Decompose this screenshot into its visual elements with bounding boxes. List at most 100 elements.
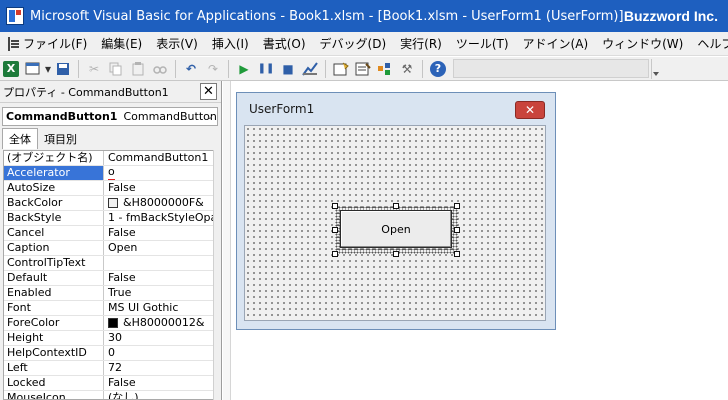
property-row-default[interactable]: Default False — [4, 271, 214, 286]
property-name: (オブジェクト名) — [4, 151, 104, 165]
undo-button[interactable]: ↶ — [180, 59, 202, 79]
resize-handle-ne[interactable] — [454, 203, 460, 209]
save-icon — [57, 62, 69, 75]
property-row-forecolor[interactable]: ForeColor &H80000012& — [4, 316, 214, 331]
menu-debug[interactable]: デバッグ(D) — [313, 35, 394, 52]
design-mode-button[interactable] — [299, 59, 321, 79]
close-icon: ✕ — [203, 84, 214, 99]
property-row-accelerator[interactable]: Accelerator o — [4, 166, 214, 181]
project-explorer-button[interactable] — [330, 59, 352, 79]
toolbar-position-field — [453, 59, 649, 78]
menu-view[interactable]: 表示(V) — [149, 35, 205, 52]
copy-button[interactable] — [105, 59, 127, 79]
property-row-name[interactable]: (オブジェクト名) CommandButton1 — [4, 151, 214, 166]
property-row-helpcontextid[interactable]: HelpContextID 0 — [4, 346, 214, 361]
cut-icon: ✂ — [88, 61, 100, 76]
cut-button[interactable]: ✂ — [83, 59, 105, 79]
menu-insert[interactable]: 挿入(I) — [205, 35, 256, 52]
property-row-caption[interactable]: Caption Open — [4, 241, 214, 256]
properties-scrollbar[interactable] — [213, 150, 221, 400]
property-value-text: &H8000000F& — [123, 196, 204, 209]
title-bar: Microsoft Visual Basic for Applications … — [0, 0, 728, 32]
properties-window-button[interactable] — [352, 59, 374, 79]
tab-alphabetic[interactable]: 全体 — [2, 128, 38, 149]
property-value: False — [108, 181, 136, 194]
property-name: Font — [4, 301, 104, 315]
redo-icon: ↷ — [207, 61, 219, 76]
help-icon: ? — [430, 60, 446, 77]
chevron-down-icon: ⌄ — [205, 111, 214, 122]
property-row-cancel[interactable]: Cancel False — [4, 226, 214, 241]
help-button[interactable]: ? — [427, 59, 449, 79]
property-row-controltiptext[interactable]: ControlTipText — [4, 256, 214, 271]
property-row-locked[interactable]: Locked False — [4, 376, 214, 391]
paste-button[interactable] — [127, 59, 149, 79]
resize-handle-s[interactable] — [393, 251, 399, 257]
property-value: Open — [108, 241, 138, 254]
property-name: AutoSize — [4, 181, 104, 195]
property-name: Default — [4, 271, 104, 285]
command-button-open[interactable]: Open — [340, 210, 452, 248]
toolbar-separator — [422, 59, 423, 78]
resize-handle-sw[interactable] — [332, 251, 338, 257]
copy-icon — [109, 62, 122, 75]
toolbar-separator — [325, 59, 326, 78]
toolbox-button[interactable]: ⚒ — [396, 59, 418, 79]
color-swatch — [108, 198, 118, 208]
run-button[interactable]: ▶ — [233, 59, 255, 79]
menu-addins[interactable]: アドイン(A) — [516, 35, 596, 52]
object-browser-button[interactable] — [374, 59, 396, 79]
project-explorer-icon — [333, 62, 349, 75]
userform-title: UserForm1 — [249, 102, 315, 116]
property-name: Height — [4, 331, 104, 345]
property-name: ForeColor — [4, 316, 104, 330]
redo-button[interactable]: ↷ — [202, 59, 224, 79]
break-button[interactable]: ❚❚ — [255, 59, 277, 79]
menu-edit[interactable]: 編集(E) — [94, 35, 149, 52]
dropdown-arrow[interactable]: ▾ — [44, 59, 52, 79]
resize-handle-se[interactable] — [454, 251, 460, 257]
break-icon: ❚❚ — [257, 63, 275, 74]
menu-file[interactable]: ファイル(F) — [16, 35, 94, 52]
property-name: BackColor — [4, 196, 104, 210]
resize-handle-w[interactable] — [332, 227, 338, 233]
property-row-mouseicon[interactable]: MouseIcon (なし) — [4, 391, 214, 400]
design-mode-icon — [302, 61, 318, 76]
view-excel-button[interactable]: X — [0, 59, 22, 79]
property-row-font[interactable]: Font MS UI Gothic — [4, 301, 214, 316]
property-row-autosize[interactable]: AutoSize False — [4, 181, 214, 196]
property-value: False — [108, 226, 136, 239]
property-row-backstyle[interactable]: BackStyle 1 - fmBackStyleOpaque — [4, 211, 214, 226]
property-value: 30 — [108, 331, 122, 344]
property-value: CommandButton1 — [108, 151, 209, 164]
find-button[interactable] — [149, 59, 171, 79]
save-button[interactable] — [52, 59, 74, 79]
resize-handle-n[interactable] — [393, 203, 399, 209]
property-value: (なし) — [108, 391, 139, 400]
object-selector[interactable]: CommandButton1 CommandButton ⌄ — [2, 107, 218, 126]
object-name: CommandButton1 — [6, 110, 118, 123]
property-row-left[interactable]: Left 72 — [4, 361, 214, 376]
resize-handle-e[interactable] — [454, 227, 460, 233]
tab-categorized[interactable]: 項目別 — [38, 129, 83, 149]
menu-run[interactable]: 実行(R) — [393, 35, 449, 52]
properties-close-button[interactable]: ✕ — [200, 83, 217, 100]
property-row-backcolor[interactable]: BackColor &H8000000F& — [4, 196, 214, 211]
property-row-enabled[interactable]: Enabled True — [4, 286, 214, 301]
system-menu-icon[interactable] — [8, 36, 19, 51]
menu-help[interactable]: ヘルプ(H) — [690, 35, 728, 52]
userform-close-button[interactable]: ✕ — [515, 101, 545, 119]
workspace-splitter[interactable] — [223, 81, 231, 400]
menu-window[interactable]: ウィンドウ(W) — [595, 35, 690, 52]
run-icon: ▶ — [239, 61, 249, 76]
menu-format[interactable]: 書式(O) — [256, 35, 313, 52]
toolbar-options-grip[interactable] — [651, 58, 659, 79]
insert-userform-button[interactable] — [22, 59, 44, 79]
property-value: True — [108, 286, 132, 299]
property-value: False — [108, 376, 136, 389]
property-value-input[interactable]: o — [104, 166, 214, 180]
reset-button[interactable]: ■ — [277, 59, 299, 79]
menu-tools[interactable]: ツール(T) — [449, 35, 516, 52]
resize-handle-nw[interactable] — [332, 203, 338, 209]
property-row-height[interactable]: Height 30 — [4, 331, 214, 346]
